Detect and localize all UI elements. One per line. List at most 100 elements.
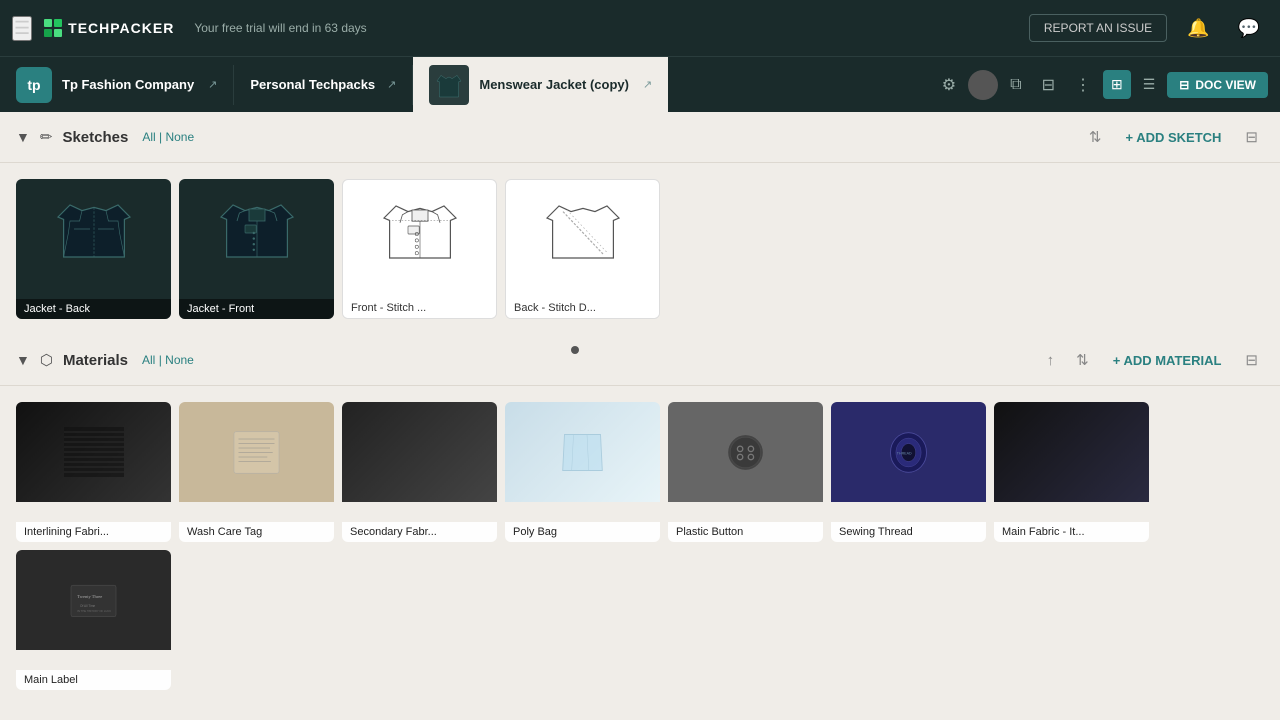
chat-icon: 💬 — [1238, 18, 1260, 38]
materials-export-button[interactable]: ↑ — [1041, 348, 1061, 373]
add-sketch-button[interactable]: + ADD SKETCH — [1117, 126, 1229, 149]
company-name: Tp Fashion Company — [62, 77, 194, 92]
sketch-img-jacket-front — [179, 179, 334, 279]
material-card-secondary[interactable]: Secondary Fabr... — [342, 402, 497, 542]
top-navigation: ☰ TECHPACKER Your free trial will end in… — [0, 0, 1280, 56]
sketch-card-front-stitch[interactable]: Front - Stitch ... — [342, 179, 497, 319]
logo-text: TECHPACKER — [68, 20, 174, 36]
main-label-svg: Twenty Three Of All Time IN THE HISTORY … — [66, 578, 121, 623]
notifications-button[interactable]: 🔔 — [1179, 14, 1217, 43]
material-card-main-label[interactable]: Twenty Three Of All Time IN THE HISTORY … — [16, 550, 171, 690]
sketch-card-back-stitch[interactable]: Back - Stitch D... — [505, 179, 660, 319]
materials-sort-button[interactable]: ⇅ — [1070, 347, 1095, 373]
front-stitch-svg — [380, 190, 460, 270]
material-label-polybag: Poly Bag — [505, 522, 660, 542]
company-breadcrumb[interactable]: tp Tp Fashion Company ↗ — [0, 57, 233, 112]
sketch-label-front-stitch: Front - Stitch ... — [343, 298, 496, 318]
jacket-name: Menswear Jacket (copy) — [479, 77, 629, 92]
bell-icon: 🔔 — [1187, 18, 1209, 38]
svg-text:THREAD: THREAD — [897, 451, 912, 455]
sketch-label-back-stitch: Back - Stitch D... — [506, 298, 659, 318]
sketch-card-jacket-back[interactable]: Jacket - Back — [16, 179, 171, 319]
materials-toggle[interactable]: ▼ — [16, 352, 30, 368]
material-label-interlining: Interlining Fabri... — [16, 522, 171, 542]
materials-filter-button[interactable]: ⊟ — [1239, 347, 1264, 373]
materials-filter: All | None — [142, 353, 194, 367]
company-link-icon: ↗ — [208, 78, 217, 91]
list-view-button[interactable]: ☰ — [1135, 70, 1164, 99]
jacket-thumbnail — [429, 65, 469, 105]
add-material-button[interactable]: + ADD MATERIAL — [1105, 349, 1230, 372]
jacket-front-svg — [217, 189, 297, 269]
polybag-svg — [555, 430, 610, 475]
jacket-back-svg — [54, 189, 134, 269]
materials-grid: Interlining Fabri... Wash Care Tag — [0, 386, 1280, 706]
jacket-thumb-svg — [433, 69, 465, 101]
main-content: ▼ ✏ Sketches All | None ⇅ + ADD SKETCH ⊟ — [0, 112, 1280, 720]
material-label-main-fabric: Main Fabric - It... — [994, 522, 1149, 542]
logo-area: TECHPACKER — [44, 19, 174, 37]
materials-title: Materials — [63, 352, 128, 369]
avatar — [968, 70, 998, 100]
interlining-texture — [64, 427, 124, 477]
sketch-card-jacket-front[interactable]: Jacket - Front — [179, 179, 334, 319]
material-img-wash-care — [179, 402, 334, 502]
chat-button[interactable]: 💬 — [1230, 14, 1268, 43]
material-label-main-label: Main Label — [16, 670, 171, 690]
material-img-polybag — [505, 402, 660, 502]
sketch-label-jacket-back: Jacket - Back — [16, 299, 171, 319]
sketch-label-jacket-front: Jacket - Front — [179, 299, 334, 319]
filter-button[interactable]: ⊟ — [1034, 69, 1063, 101]
logo-sq-4 — [54, 29, 62, 37]
back-stitch-svg — [543, 190, 623, 270]
materials-header: ▼ ⬡ Materials All | None ↑ ⇅ + ADD MATER… — [0, 335, 1280, 386]
svg-text:Of All Time: Of All Time — [80, 603, 95, 607]
sketches-title: Sketches — [62, 129, 128, 146]
material-img-thread: THREAD — [831, 402, 986, 502]
logo-sq-1 — [44, 19, 52, 27]
thread-svg: THREAD — [881, 430, 936, 475]
settings-button[interactable]: ⚙ — [934, 69, 964, 101]
jacket-tab[interactable]: Menswear Jacket (copy) ↗ — [413, 57, 668, 112]
material-card-polybag[interactable]: Poly Bag — [505, 402, 660, 542]
report-issue-button[interactable]: REPORT AN ISSUE — [1029, 14, 1167, 42]
sketches-grid: Jacket - Back — [0, 163, 1280, 335]
svg-text:IN THE HISTORY OF LUCK: IN THE HISTORY OF LUCK — [77, 609, 111, 613]
material-card-main-fabric[interactable]: Main Fabric - It... — [994, 402, 1149, 542]
breadcrumb-bar: tp Tp Fashion Company ↗ Personal Techpac… — [0, 56, 1280, 112]
hamburger-menu-button[interactable]: ☰ — [12, 16, 32, 41]
sketches-toggle[interactable]: ▼ — [16, 129, 30, 145]
sketches-filter: All | None — [142, 130, 194, 144]
svg-text:Twenty Three: Twenty Three — [77, 593, 102, 598]
company-info: Tp Fashion Company — [62, 77, 194, 92]
layers-button[interactable]: ⧉ — [1002, 70, 1029, 100]
material-img-secondary — [342, 402, 497, 502]
sketches-header: ▼ ✏ Sketches All | None ⇅ + ADD SKETCH ⊟ — [0, 112, 1280, 163]
grid-view-button[interactable]: ⊞ — [1103, 70, 1131, 99]
sketch-img-front-stitch — [343, 180, 496, 280]
pencil-icon: ✏ — [40, 128, 53, 146]
logo-sq-3 — [44, 29, 52, 37]
company-badge: tp — [16, 67, 52, 103]
material-card-wash-care[interactable]: Wash Care Tag — [179, 402, 334, 542]
sketches-section: ▼ ✏ Sketches All | None ⇅ + ADD SKETCH ⊟ — [0, 112, 1280, 335]
material-label-button: Plastic Button — [668, 522, 823, 542]
material-card-button[interactable]: Plastic Button — [668, 402, 823, 542]
button-svg — [718, 430, 773, 475]
material-img-button — [668, 402, 823, 502]
sketches-sort-button[interactable]: ⇅ — [1083, 124, 1108, 150]
techpack-breadcrumb[interactable]: Personal Techpacks ↗ — [234, 57, 412, 112]
logo-icon — [44, 19, 62, 37]
material-card-thread[interactable]: THREAD Sewing Thread — [831, 402, 986, 542]
material-card-interlining[interactable]: Interlining Fabri... — [16, 402, 171, 542]
jacket-link-icon: ↗ — [643, 78, 652, 91]
wash-tag-svg — [229, 430, 284, 475]
more-options-button[interactable]: ⋮ — [1067, 69, 1099, 101]
material-label-secondary: Secondary Fabr... — [342, 522, 497, 542]
doc-view-button[interactable]: ⊟ DOC VIEW — [1167, 72, 1268, 98]
material-img-interlining — [16, 402, 171, 502]
logo-sq-2 — [54, 19, 62, 27]
material-label-wash-care: Wash Care Tag — [179, 522, 334, 542]
sketches-filter-button[interactable]: ⊟ — [1239, 124, 1264, 150]
layers-icon: ⊟ — [1179, 78, 1189, 92]
